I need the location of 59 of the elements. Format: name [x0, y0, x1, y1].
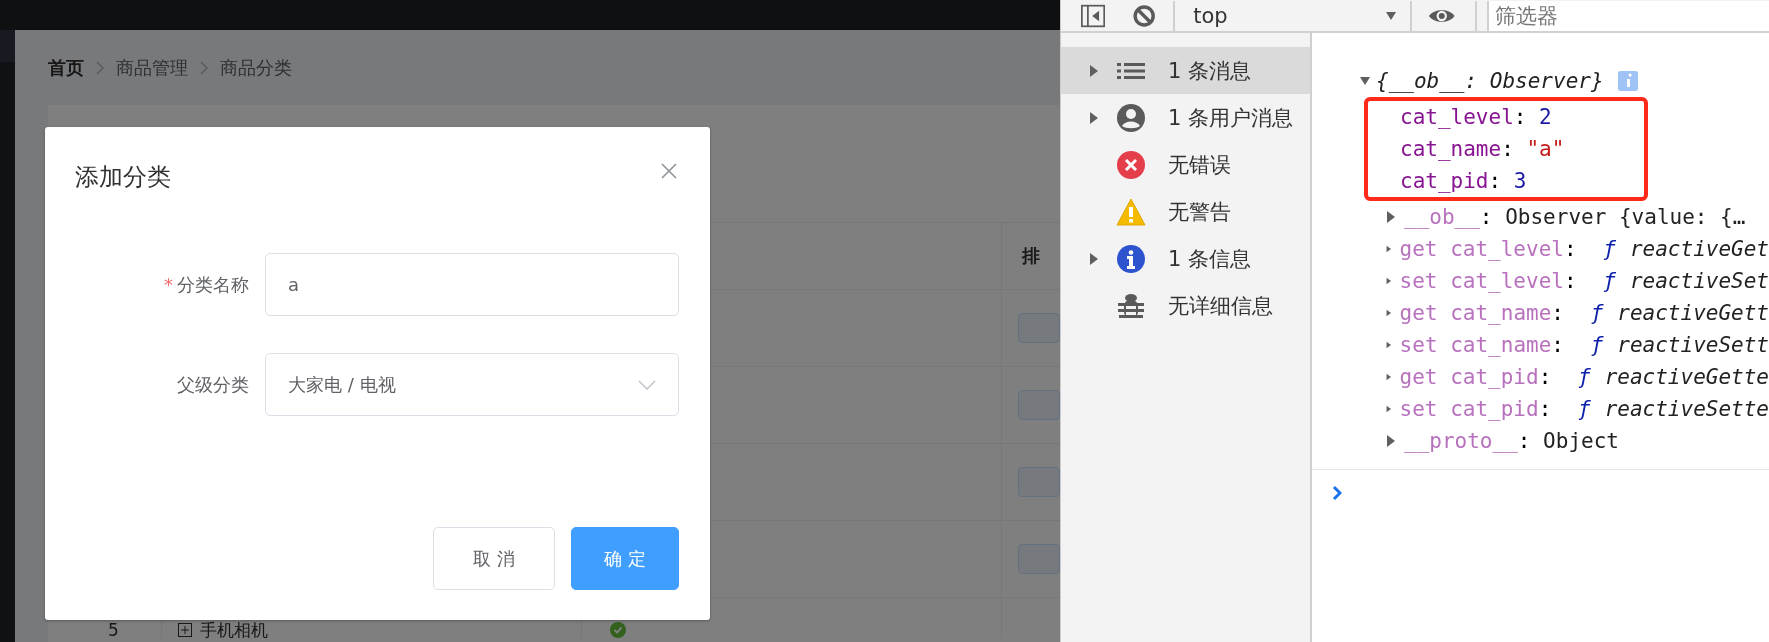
property-line: cat_pid: 3 [1400, 169, 1527, 193]
property-line[interactable]: get cat_name: ƒ reactiveGett [1399, 301, 1769, 325]
sidebar-item[interactable]: 1 条用户消息 [1061, 94, 1310, 141]
expand-arrow-icon[interactable] [1386, 307, 1392, 319]
property-line[interactable]: get cat_pid: ƒ reactiveGette [1399, 365, 1769, 389]
clear-icon[interactable] [1133, 2, 1156, 29]
context-selector[interactable]: top [1193, 3, 1228, 28]
property-line: cat_name: "a" [1400, 137, 1565, 161]
property-line[interactable]: __proto__: Object [1404, 429, 1619, 453]
dialog-title: 添加分类 [75, 162, 171, 193]
expand-arrow-icon[interactable] [1386, 275, 1392, 287]
dropdown-icon[interactable] [1386, 9, 1397, 22]
column-header: 排 [1022, 244, 1040, 268]
close-icon[interactable] [661, 163, 677, 179]
object-summary[interactable]: {__ob__: Observer} [1376, 69, 1604, 93]
required-mark: * [164, 273, 173, 295]
input-field[interactable]: a [265, 253, 679, 316]
expand-arrow-icon[interactable] [1386, 371, 1392, 383]
property-line[interactable]: set cat_level: ƒ reactiveSet [1399, 269, 1769, 293]
sidebar-item[interactable]: 无错误 [1061, 141, 1310, 188]
filter-field[interactable]: 筛选器 [1487, 0, 1769, 31]
error-icon [1117, 150, 1145, 179]
expand-arrow-icon[interactable] [1089, 111, 1099, 124]
sidebar-item[interactable]: 无详细信息 [1061, 282, 1310, 329]
property-line[interactable]: get cat_level: ƒ reactiveGet [1399, 237, 1769, 261]
expand-icon[interactable] [178, 623, 192, 637]
property-line[interactable]: set cat_pid: ƒ reactiveSette [1399, 397, 1769, 421]
table-cell: 5 [108, 622, 119, 639]
table-cell: 手机相机 [200, 622, 268, 639]
sidebar-item[interactable]: 无警告 [1061, 188, 1310, 235]
expand-arrow-icon[interactable] [1089, 64, 1099, 77]
select-field[interactable]: 大家电 / 电视 [265, 353, 679, 416]
cancel-button[interactable]: 取 消 [433, 527, 555, 590]
list-icon [1117, 60, 1145, 81]
expand-arrow-icon[interactable] [1089, 252, 1099, 265]
expand-arrow-icon[interactable] [1386, 243, 1392, 255]
prompt-icon [1332, 485, 1342, 501]
expand-arrow-icon[interactable] [1386, 339, 1392, 351]
user-icon [1117, 103, 1145, 132]
chevron-icon [96, 60, 104, 75]
sidebar-item[interactable]: 1 条消息 [1061, 47, 1310, 94]
collapse-arrow-icon[interactable] [1360, 75, 1370, 87]
breadcrumb-item[interactable]: 首页 [48, 55, 84, 80]
expand-arrow-icon[interactable] [1386, 403, 1392, 415]
info-icon [1117, 244, 1145, 273]
bug-icon [1118, 291, 1144, 320]
property-line[interactable]: set cat_name: ƒ reactiveSett [1399, 333, 1769, 357]
field-label: 父级分类 [177, 373, 249, 395]
info-badge-icon [1617, 71, 1638, 91]
chevron-icon [200, 60, 208, 75]
sidebar-toggle-icon[interactable] [1081, 2, 1106, 29]
expand-arrow-icon[interactable] [1386, 435, 1396, 447]
field-label: 分类名称 [177, 273, 249, 295]
caret-icon [638, 379, 656, 390]
warning-icon [1116, 197, 1146, 226]
property-line: cat_level: 2 [1400, 105, 1552, 129]
property-line[interactable]: __ob__: Observer {value: {… [1404, 205, 1746, 229]
expand-arrow-icon[interactable] [1386, 211, 1396, 223]
sidebar-item[interactable]: 1 条信息 [1061, 235, 1310, 282]
